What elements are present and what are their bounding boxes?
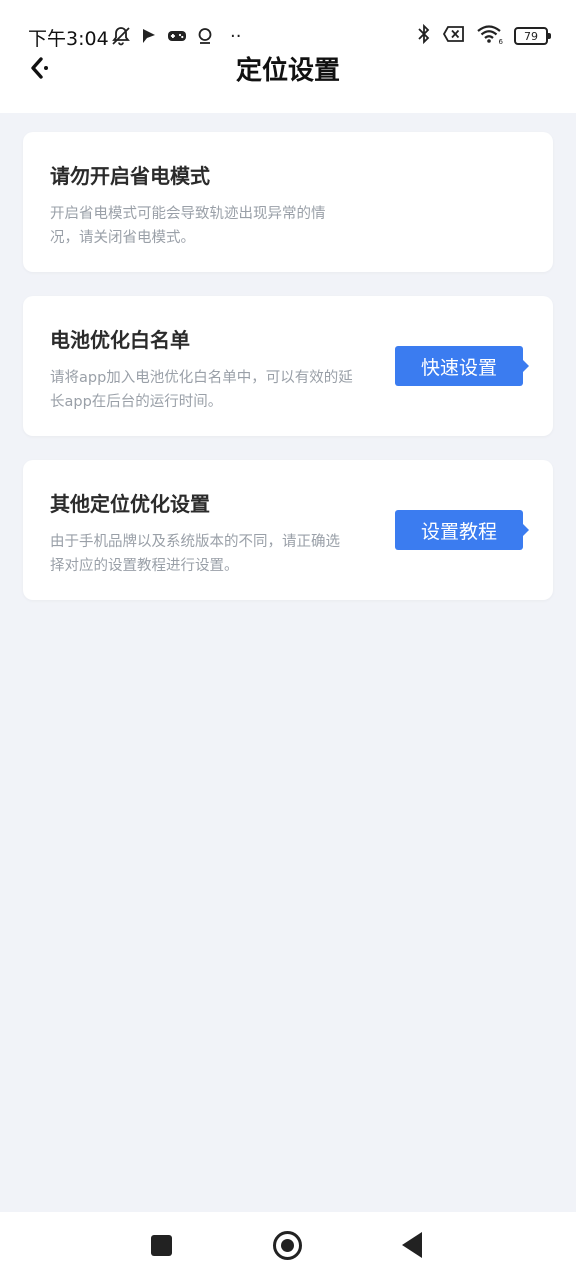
card-title: 电池优化白名单 [50, 328, 190, 352]
status-system-icons: 6 79 [416, 23, 551, 49]
system-navigation-bar [0, 1212, 576, 1280]
no-sim-icon [442, 24, 466, 48]
battery-whitelist-card: 电池优化白名单 请将app加入电池优化白名单中，可以有效的延 长app在后台的运… [23, 296, 553, 436]
navigation-bar: 定位设置 [0, 48, 576, 88]
more-notifications: ·· [230, 25, 242, 47]
card-title: 其他定位优化设置 [50, 492, 210, 516]
status-notification-icons: ·· [110, 24, 241, 48]
card-title: 请勿开启省电模式 [50, 164, 210, 188]
location-optimization-card: 其他定位优化设置 由于手机品牌以及系统版本的不同，请正确选 择对应的设置教程进行… [23, 460, 553, 600]
power-saving-card: 请勿开启省电模式 开启省电模式可能会导致轨迹出现异常的情 况，请关闭省电模式。 [23, 132, 553, 272]
header: 下午3:04 ·· 6 79 定位设置 [0, 0, 576, 113]
card-description-line: 由于手机品牌以及系统版本的不同，请正确选 [50, 534, 340, 550]
wifi-icon: 6 [476, 23, 504, 49]
bluetooth-icon [416, 23, 432, 49]
card-description-line: 况，请关闭省电模式。 [50, 230, 195, 246]
quick-setup-button[interactable]: 快速设置 [395, 346, 529, 386]
setup-tutorial-button[interactable]: 设置教程 [395, 510, 529, 550]
card-description-line: 请将app加入电池优化白名单中，可以有效的延 [50, 370, 353, 386]
bell-muted-icon [110, 25, 132, 47]
card-description: 由于手机品牌以及系统版本的不同，请正确选 择对应的设置教程进行设置。 [50, 530, 340, 578]
svg-text:6: 6 [499, 38, 504, 45]
card-description: 请将app加入电池优化白名单中，可以有效的延 长app在后台的运行时间。 [50, 366, 353, 414]
battery-icon: 79 [514, 27, 551, 45]
play-flag-icon [138, 25, 160, 47]
home-button[interactable] [273, 1231, 302, 1260]
card-description-line: 开启省电模式可能会导致轨迹出现异常的情 [50, 206, 326, 222]
recent-apps-button[interactable] [151, 1235, 172, 1256]
page-title: 定位设置 [235, 56, 340, 86]
card-description-line: 长app在后台的运行时间。 [50, 394, 223, 410]
system-back-button[interactable] [402, 1232, 422, 1258]
card-description: 开启省电模式可能会导致轨迹出现异常的情 况，请关闭省电模式。 [50, 202, 326, 250]
location-ring-icon [194, 25, 216, 47]
card-description-line: 择对应的设置教程进行设置。 [50, 558, 239, 574]
status-time: 下午3:04 [28, 28, 109, 50]
gamepad-icon [166, 25, 188, 47]
